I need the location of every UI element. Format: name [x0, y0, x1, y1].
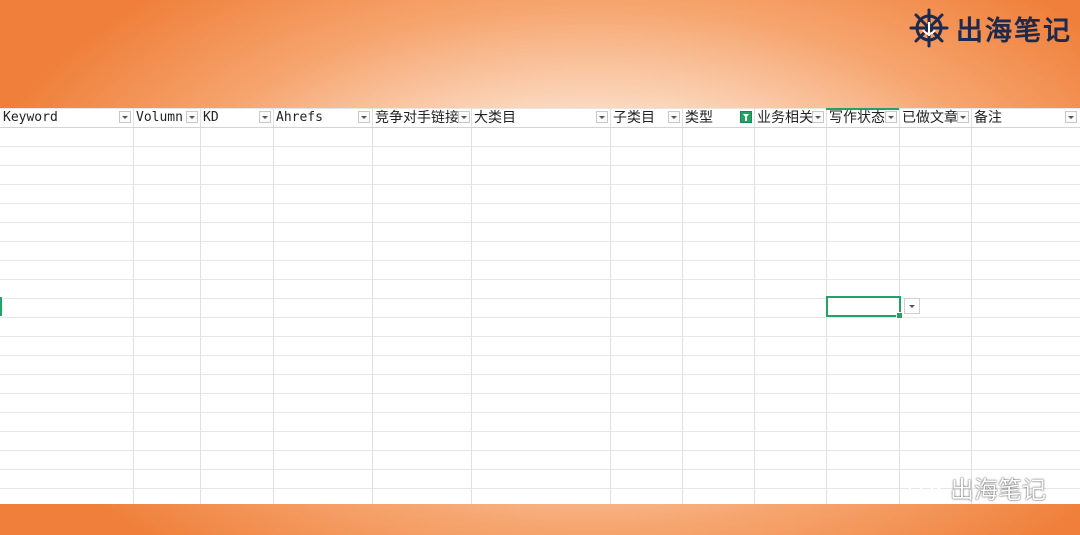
col-separator [971, 108, 972, 504]
watermark: 出海笔记 [906, 470, 1046, 505]
cell-dropdown-icon[interactable] [904, 298, 920, 314]
header-label: 竞争对手链接 [375, 110, 458, 126]
header-label: 已做文章 [902, 110, 957, 126]
filter-dropdown-icon[interactable] [119, 111, 131, 123]
filter-dropdown-icon[interactable] [957, 111, 969, 123]
col-separator [372, 108, 373, 504]
filter-dropdown-icon[interactable] [668, 111, 680, 123]
header-label: Ahrefs [276, 110, 323, 125]
filter-dropdown-icon[interactable] [596, 111, 608, 123]
header-keyword[interactable]: Keyword [0, 108, 133, 127]
header-competitor-link[interactable]: 竞争对手链接 [372, 108, 458, 127]
filter-dropdown-icon[interactable] [259, 111, 271, 123]
filter-dropdown-icon[interactable] [1065, 111, 1077, 123]
header-label: KD [203, 110, 219, 125]
selected-cell[interactable] [826, 296, 903, 319]
header-label: 大类目 [474, 110, 516, 126]
col-separator [610, 108, 611, 504]
header-label: 业务相关 [757, 110, 812, 126]
col-separator [273, 108, 274, 504]
filter-dropdown-icon[interactable] [358, 111, 370, 123]
filter-dropdown-icon[interactable] [812, 111, 824, 123]
col-separator [200, 108, 201, 504]
header-done-article[interactable]: 已做文章 [899, 108, 957, 127]
header-writing-status[interactable]: 写作状态 [826, 108, 885, 127]
filter-dropdown-icon[interactable] [186, 111, 198, 123]
header-label: Volumn [136, 110, 183, 125]
brand-logo: 出海笔记 [906, 8, 1072, 48]
header-label: 类型 [685, 110, 713, 126]
header-label: 备注 [974, 110, 1002, 126]
col-separator [471, 108, 472, 504]
fill-handle[interactable] [896, 312, 903, 319]
spreadsheet: Keyword Volumn KD Ahrefs 竞争对手链接 大类目 子类目 … [0, 108, 1080, 504]
filter-dropdown-icon[interactable] [458, 111, 470, 123]
brand-logo-text: 出海笔记 [956, 15, 1072, 47]
header-main-category[interactable]: 大类目 [471, 108, 610, 127]
header-row: Keyword Volumn KD Ahrefs 竞争对手链接 大类目 子类目 … [0, 108, 1080, 128]
filter-dropdown-icon[interactable] [885, 111, 897, 123]
active-row-indicator [0, 297, 2, 316]
header-label: 写作状态 [829, 110, 885, 126]
header-label: 子类目 [613, 110, 655, 126]
filter-active-icon[interactable] [740, 111, 752, 123]
col-separator [133, 108, 134, 504]
wechat-icon [907, 473, 942, 501]
ship-wheel-anchor-icon [909, 8, 949, 48]
header-business-relevance[interactable]: 业务相关 [754, 108, 812, 127]
header-label: Keyword [3, 110, 58, 125]
col-separator [754, 108, 755, 504]
header-notes[interactable]: 备注 [971, 108, 1080, 127]
col-separator [682, 108, 683, 504]
watermark-text: 出海笔记 [950, 476, 1046, 504]
